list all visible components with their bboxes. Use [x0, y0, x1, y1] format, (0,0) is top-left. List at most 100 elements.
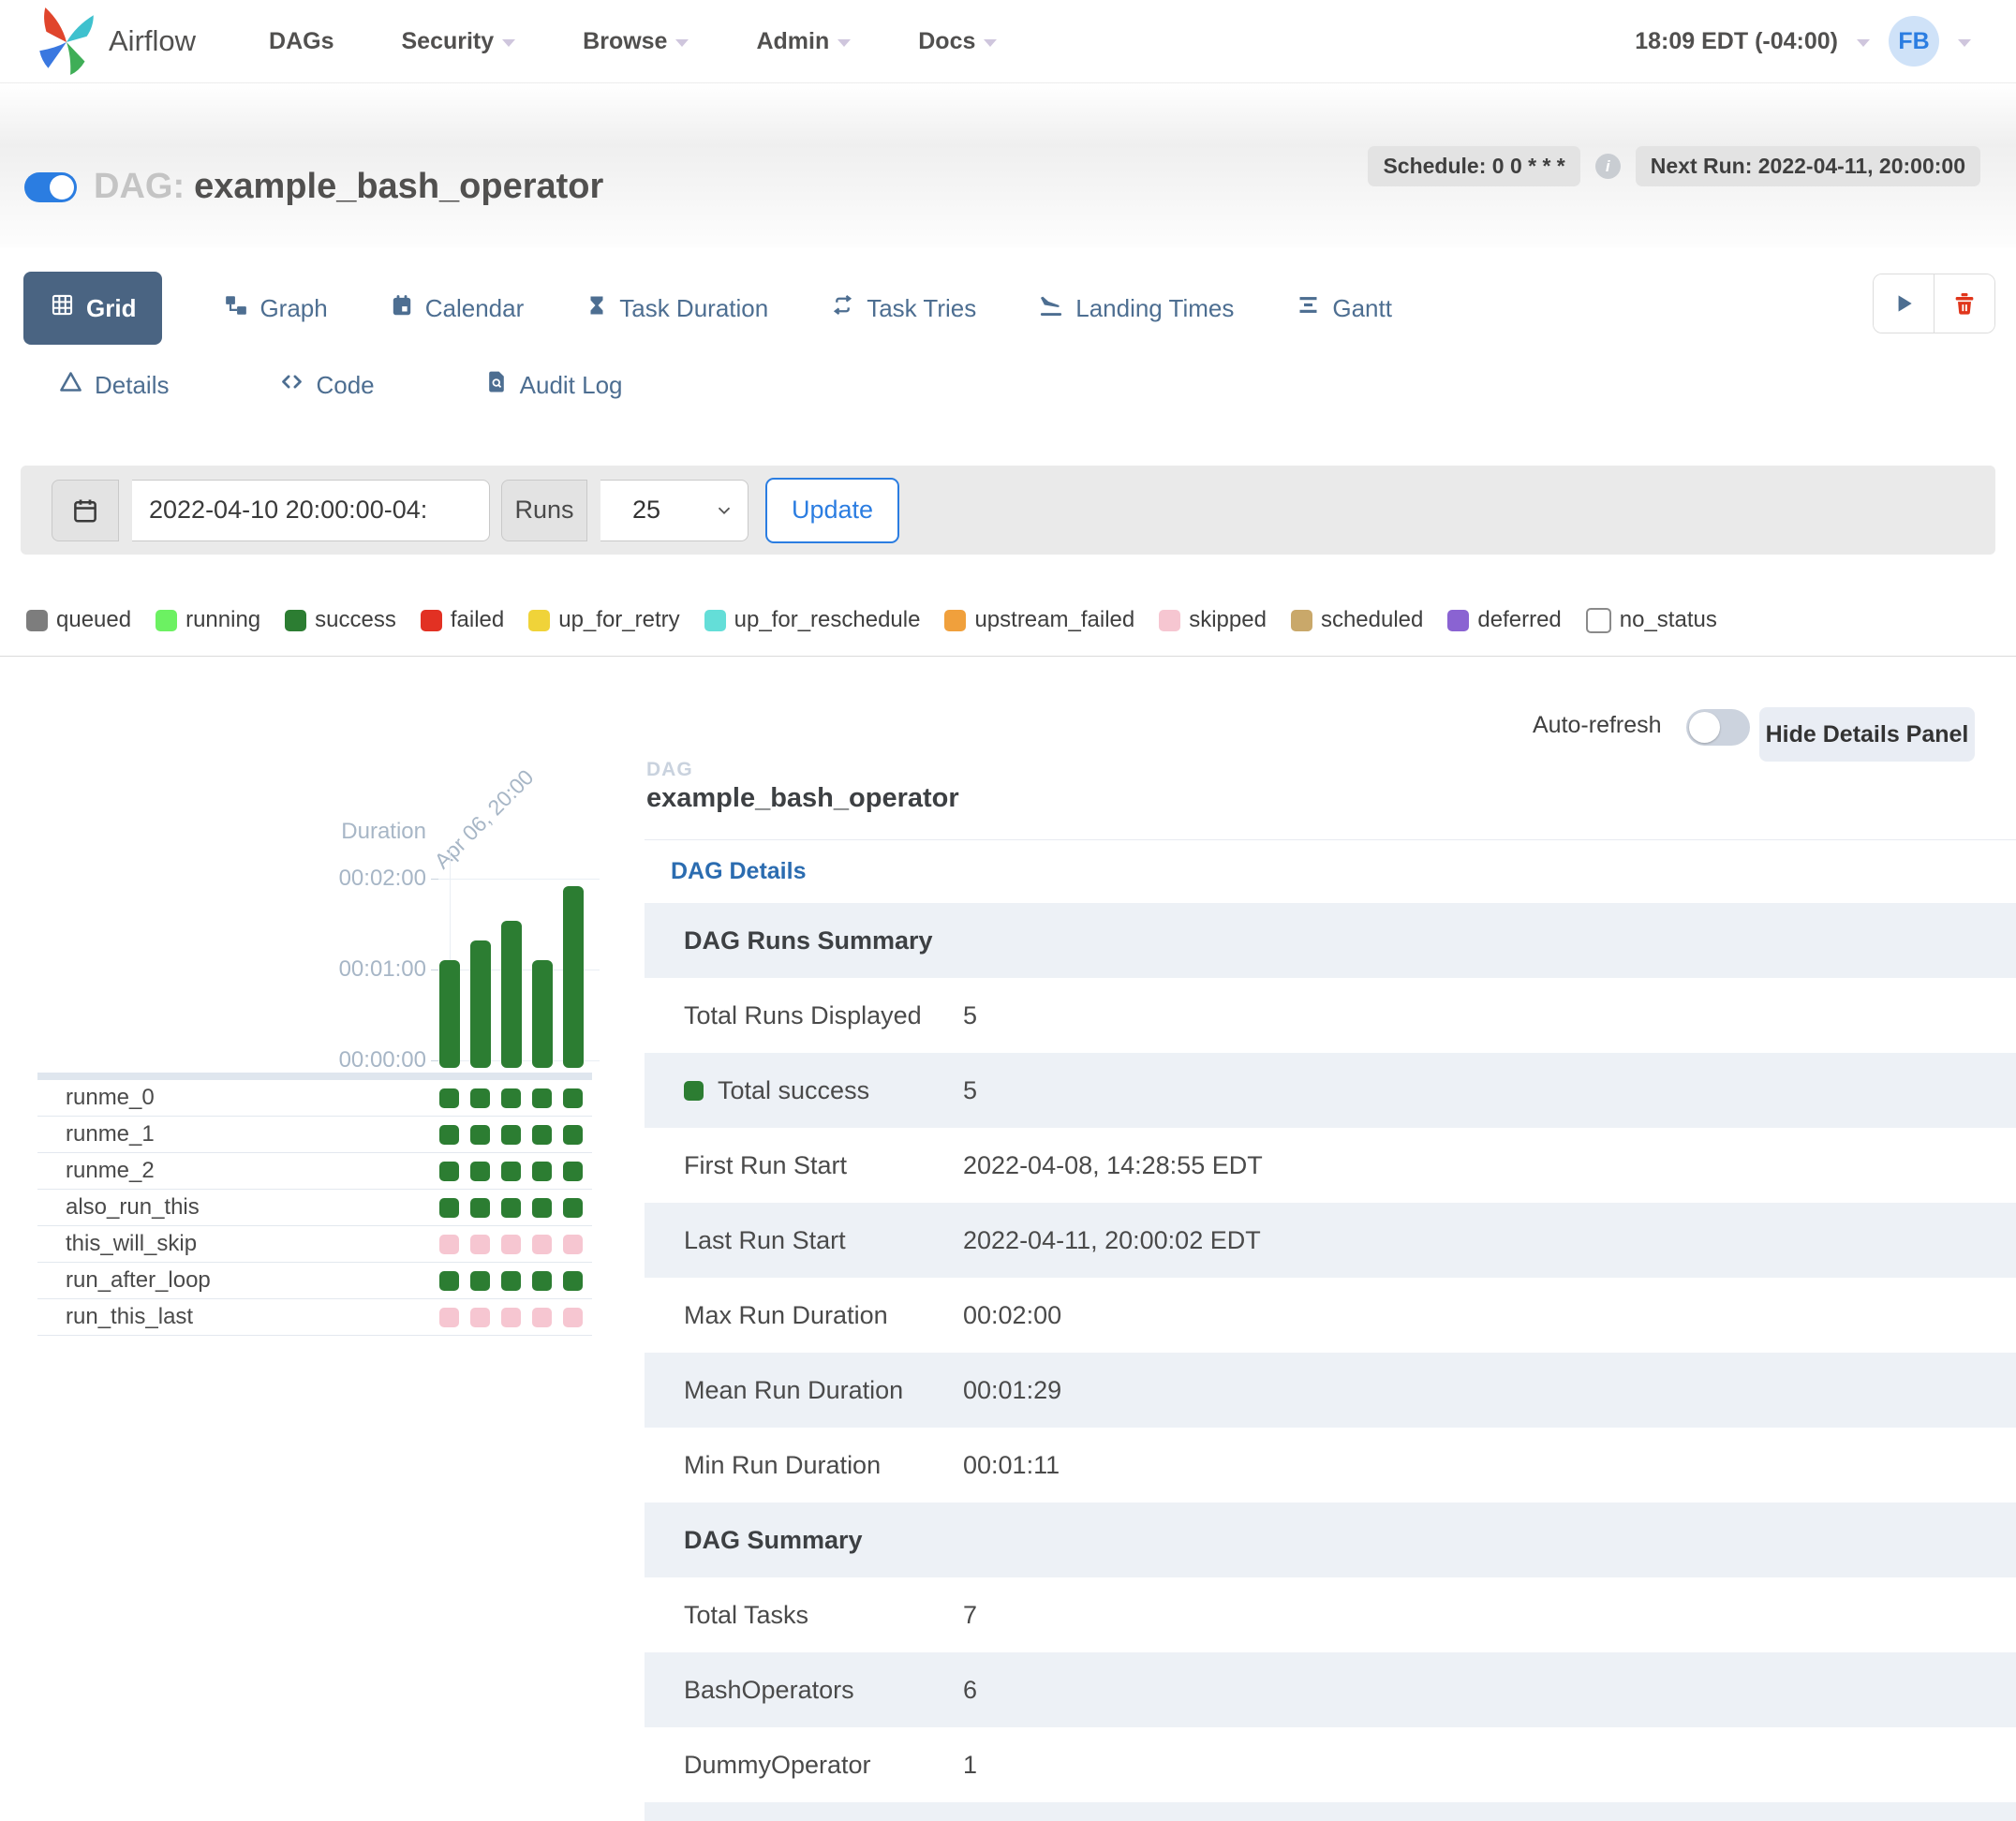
task-name[interactable]: this_will_skip — [37, 1231, 197, 1257]
delete-dag-button[interactable] — [1934, 274, 1994, 333]
task-instance-square[interactable] — [532, 1234, 552, 1254]
tab-code[interactable]: Code — [279, 369, 375, 401]
date-picker-addon[interactable] — [52, 479, 119, 541]
nav-item-admin[interactable]: Admin — [756, 27, 852, 55]
tab-task-tries[interactable]: Task Tries — [830, 292, 976, 324]
task-instance-square[interactable] — [439, 1124, 459, 1145]
task-instance-square[interactable] — [470, 1161, 490, 1181]
airflow-pinwheel-logo-icon — [39, 7, 94, 75]
task-instance-square[interactable] — [470, 1124, 490, 1145]
tab-grid[interactable]: Grid — [23, 272, 163, 345]
avatar[interactable]: FB — [1889, 16, 1939, 67]
nav-item-docs[interactable]: Docs — [918, 28, 998, 55]
task-instance-square[interactable] — [501, 1307, 521, 1327]
task-instance-square[interactable] — [501, 1270, 521, 1291]
task-instance-square[interactable] — [532, 1270, 552, 1291]
run-duration-bar[interactable] — [562, 886, 584, 1068]
info-icon[interactable]: i — [1594, 154, 1621, 179]
nav-item-label: Admin — [756, 27, 830, 54]
task-name[interactable]: run_after_loop — [37, 1267, 211, 1294]
task-instance-square[interactable] — [501, 1088, 521, 1108]
run-duration-bar[interactable] — [438, 960, 460, 1068]
task-instance-grid: runme_0 runme_1 runme_2 also_run_this this_w… — [37, 1080, 592, 1336]
task-instance-square[interactable] — [532, 1197, 552, 1218]
legend-label: up_for_reschedule — [734, 607, 921, 632]
run-duration-bar[interactable] — [500, 921, 522, 1068]
task-instance-square[interactable] — [501, 1161, 521, 1181]
legend-label: scheduled — [1320, 607, 1424, 632]
tab-audit-log[interactable]: Audit Log — [485, 369, 623, 401]
task-name[interactable]: runme_0 — [37, 1085, 155, 1111]
status-chip — [1290, 609, 1312, 631]
detail-row: Mean Run Duration 00:01:29 — [645, 1353, 2016, 1428]
runs-select[interactable]: 25 — [600, 479, 749, 541]
task-instance-square[interactable] — [470, 1197, 490, 1218]
task-instance-square[interactable] — [563, 1270, 583, 1291]
divider — [645, 839, 2016, 840]
task-instance-square[interactable] — [563, 1124, 583, 1145]
task-instance-square[interactable] — [501, 1197, 521, 1218]
row-label: Max Run Duration — [684, 1300, 888, 1329]
tab-task-duration[interactable]: Task Duration — [586, 293, 768, 324]
auto-refresh-toggle[interactable] — [1686, 709, 1750, 746]
tab-graph[interactable]: Graph — [224, 293, 328, 324]
detail-row: First Run Start 2022-04-08, 14:28:55 EDT — [645, 1128, 2016, 1203]
task-instance-square[interactable] — [439, 1307, 459, 1327]
task-instance-square[interactable] — [563, 1161, 583, 1181]
legend-label: queued — [56, 607, 132, 632]
legend-label: running — [185, 607, 261, 632]
task-instance-square[interactable] — [501, 1124, 521, 1145]
task-row-runme_2: runme_2 — [37, 1153, 592, 1190]
status-chip — [944, 609, 967, 631]
base-date-input[interactable] — [132, 479, 490, 541]
tab-landing-times[interactable]: Landing Times — [1038, 292, 1234, 325]
task-name[interactable]: run_this_last — [37, 1304, 193, 1330]
task-instance-square[interactable] — [563, 1088, 583, 1108]
task-instance-square[interactable] — [470, 1234, 490, 1254]
tab-calendar[interactable]: Calendar — [390, 293, 524, 324]
task-name[interactable]: runme_2 — [37, 1158, 155, 1184]
run-duration-bar[interactable] — [469, 940, 491, 1068]
task-instance-square[interactable] — [439, 1088, 459, 1108]
task-name[interactable]: also_run_this — [37, 1194, 200, 1221]
tab-label: Audit Log — [519, 370, 623, 399]
task-instance-square[interactable] — [563, 1197, 583, 1218]
trigger-dag-button[interactable] — [1874, 274, 1934, 333]
task-instance-square[interactable] — [439, 1161, 459, 1181]
dag-pause-toggle[interactable] — [24, 172, 77, 202]
legend-item-deferred: deferred — [1447, 607, 1562, 633]
nav-item-security[interactable]: Security — [401, 28, 516, 55]
task-instance-square[interactable] — [470, 1088, 490, 1108]
task-instance-square[interactable] — [439, 1197, 459, 1218]
task-instance-square[interactable] — [439, 1234, 459, 1254]
task-instance-square[interactable] — [532, 1307, 552, 1327]
task-row-also_run_this: also_run_this — [37, 1190, 592, 1226]
task-instance-square[interactable] — [470, 1270, 490, 1291]
nav-menu: DAGs Security Browse Admin Docs — [269, 27, 998, 55]
task-instance-square[interactable] — [439, 1270, 459, 1291]
task-instance-square[interactable] — [501, 1234, 521, 1254]
task-instance-square[interactable] — [563, 1307, 583, 1327]
task-instance-square[interactable] — [532, 1161, 552, 1181]
task-instance-square[interactable] — [563, 1234, 583, 1254]
tab-gantt[interactable]: Gantt — [1296, 292, 1392, 324]
chart-duration-label: Duration — [341, 819, 426, 844]
task-instance-square[interactable] — [470, 1307, 490, 1327]
task-name[interactable]: runme_1 — [37, 1121, 155, 1147]
airflow-brand[interactable]: Airflow — [37, 7, 196, 76]
panel-type-label: DAG — [646, 759, 693, 780]
tab-details[interactable]: Details — [58, 369, 169, 401]
task-instance-square[interactable] — [532, 1088, 552, 1108]
run-duration-bar[interactable] — [531, 960, 553, 1068]
dag-details-link[interactable]: DAG Details — [671, 858, 806, 885]
task-instance-square[interactable] — [532, 1124, 552, 1145]
update-button[interactable]: Update — [765, 477, 900, 543]
nav-item-dags[interactable]: DAGs — [269, 28, 334, 55]
dag-action-toolbar — [1873, 274, 1995, 333]
chevron-down-icon — [675, 38, 689, 47]
legend-item-running: running — [156, 607, 260, 633]
landing-plane-icon — [1038, 292, 1064, 325]
auto-refresh-label: Auto-refresh — [1533, 712, 1662, 738]
nav-item-browse[interactable]: Browse — [583, 28, 689, 55]
clock-display[interactable]: 18:09 EDT (-04:00) — [1635, 28, 1838, 55]
